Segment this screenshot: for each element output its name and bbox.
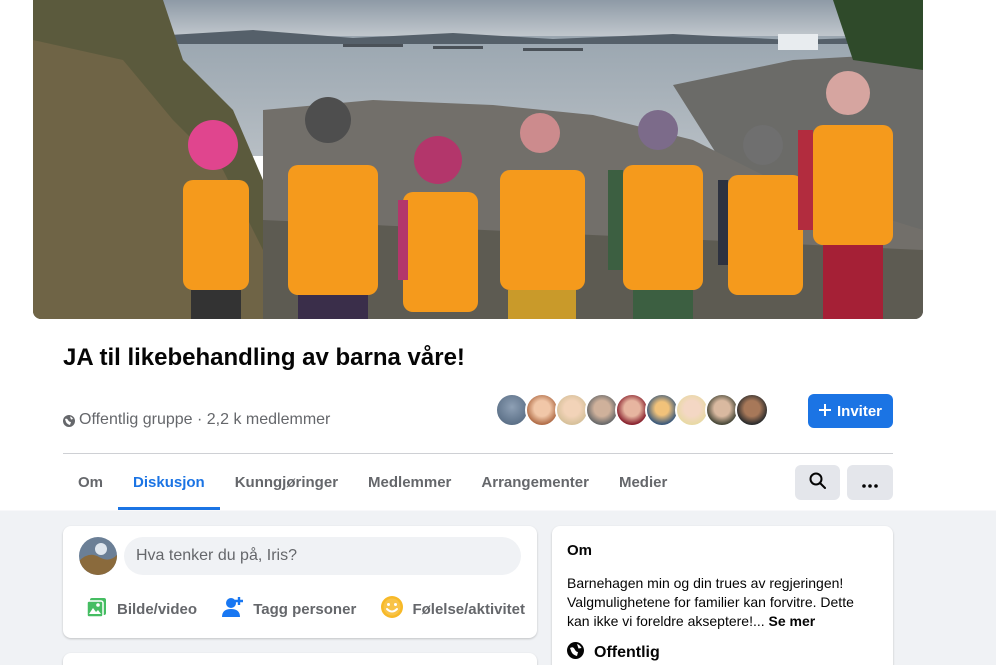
avatar[interactable] (645, 393, 679, 427)
globe-icon (63, 414, 75, 427)
privacy-label: Offentlig (594, 644, 660, 661)
search-icon (809, 472, 826, 494)
avatar[interactable] (585, 393, 619, 427)
plus-icon (818, 403, 831, 420)
cover-photo[interactable] (33, 0, 923, 319)
about-privacy: Offentlig (567, 642, 660, 664)
about-card: Om Barnehagen min og din trues av regjer… (552, 526, 893, 665)
search-button[interactable] (795, 465, 840, 500)
group-meta: Offentlig gruppe · 2,2 k medlemmer (63, 411, 330, 429)
post-composer: Hva tenker du på, Iris? Bilde/video Tagg… (63, 526, 537, 638)
invite-label: Inviter (836, 402, 882, 420)
feeling-activity-button[interactable]: Følelse/aktivitet (380, 594, 525, 624)
tag-people-label: Tagg personer (253, 600, 357, 618)
see-more-link[interactable]: Se mer (769, 613, 816, 629)
more-options-button[interactable] (847, 465, 893, 500)
avatar[interactable] (675, 393, 709, 427)
about-description: Barnehagen min og din trues av regjering… (567, 574, 877, 631)
tag-people-icon (221, 595, 245, 623)
invite-button[interactable]: Inviter (808, 394, 893, 428)
member-avatars[interactable] (495, 393, 769, 427)
more-icon (862, 472, 878, 493)
user-avatar[interactable] (79, 537, 117, 575)
avatar[interactable] (555, 393, 589, 427)
composer-actions: Bilde/video Tagg personer Følelse/aktivi… (85, 594, 525, 624)
about-title: Om (567, 542, 593, 559)
photo-video-button[interactable]: Bilde/video (85, 594, 197, 624)
avatar[interactable] (495, 393, 529, 427)
tab-kunngjoringer[interactable]: Kunngjøringer (220, 454, 353, 510)
feeling-activity-label: Følelse/aktivitet (412, 600, 525, 618)
group-title: JA til likebehandling av barna våre! (63, 344, 465, 371)
tab-om[interactable]: Om (63, 454, 118, 510)
photo-video-icon (85, 595, 109, 623)
avatar[interactable] (525, 393, 559, 427)
cover-photo-image (33, 0, 923, 319)
tab-medlemmer[interactable]: Medlemmer (353, 454, 466, 510)
group-tabs: Om Diskusjon Kunngjøringer Medlemmer Arr… (63, 454, 682, 510)
avatar[interactable] (735, 393, 769, 427)
tab-arrangementer[interactable]: Arrangementer (466, 454, 604, 510)
composer-input[interactable]: Hva tenker du på, Iris? (124, 537, 521, 575)
feeling-icon (380, 595, 404, 623)
tab-medier[interactable]: Medier (604, 454, 682, 510)
avatar[interactable] (615, 393, 649, 427)
photo-video-label: Bilde/video (117, 600, 198, 618)
group-header: JA til likebehandling av barna våre! Off… (0, 0, 996, 510)
tag-people-button[interactable]: Tagg personer (221, 594, 356, 624)
feed-card (63, 653, 537, 665)
avatar[interactable] (705, 393, 739, 427)
globe-icon (567, 642, 584, 664)
tab-diskusjon[interactable]: Diskusjon (118, 454, 220, 510)
group-privacy-members[interactable]: Offentlig gruppe · 2,2 k medlemmer (79, 411, 330, 429)
